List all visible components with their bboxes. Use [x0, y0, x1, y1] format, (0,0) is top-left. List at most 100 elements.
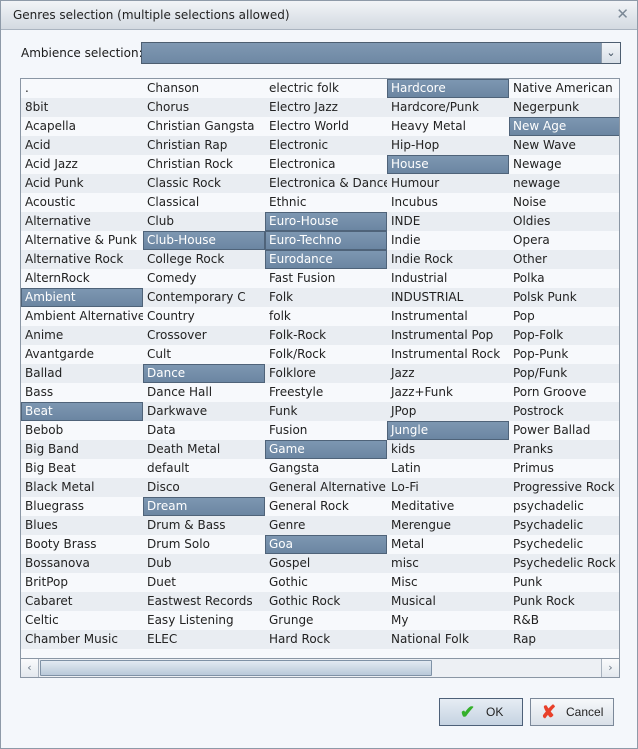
genre-item[interactable]: INDUSTRIAL [387, 288, 509, 307]
genre-item[interactable]: Anime [21, 326, 143, 345]
genre-item[interactable]: Fast Fusion [265, 269, 387, 288]
genre-item[interactable]: My [387, 611, 509, 630]
genre-item[interactable]: Polsk Punk [509, 288, 619, 307]
cancel-button[interactable]: ✘ Cancel [530, 698, 614, 726]
genre-item[interactable]: Freestyle [265, 383, 387, 402]
genre-item[interactable]: Instrumental [387, 307, 509, 326]
genre-item[interactable]: Classical [143, 193, 265, 212]
chevron-down-icon[interactable]: ⌄ [601, 43, 620, 63]
genre-item[interactable]: Opera [509, 231, 619, 250]
genre-item[interactable]: Bass [21, 383, 143, 402]
genre-item[interactable]: Bossanova [21, 554, 143, 573]
genre-item[interactable]: Game [265, 440, 387, 459]
genre-item[interactable]: Dream [143, 497, 265, 516]
horizontal-scrollbar[interactable]: ‹ › [20, 658, 620, 678]
genre-item[interactable]: Alternative & Punk [21, 231, 143, 250]
genre-item[interactable]: Noise [509, 193, 619, 212]
genre-item[interactable]: Lo-Fi [387, 478, 509, 497]
genre-item[interactable]: Acid Jazz [21, 155, 143, 174]
genre-item[interactable]: 8bit [21, 98, 143, 117]
genre-item[interactable]: Euro-Techno [265, 231, 387, 250]
close-icon[interactable]: ✕ [616, 5, 629, 23]
genre-item[interactable]: Industrial [387, 269, 509, 288]
genre-item[interactable]: Ballad [21, 364, 143, 383]
genre-item[interactable]: Musical [387, 592, 509, 611]
genre-item[interactable]: Electro World [265, 117, 387, 136]
genre-item[interactable]: Negerpunk [509, 98, 619, 117]
genre-item[interactable]: BritPop [21, 573, 143, 592]
genre-item[interactable]: College Rock [143, 250, 265, 269]
genre-item[interactable]: Disco [143, 478, 265, 497]
genre-item[interactable]: Alternative [21, 212, 143, 231]
genre-item[interactable]: misc [387, 554, 509, 573]
genre-item[interactable]: Psychedelic [509, 535, 619, 554]
genre-item[interactable]: Dance [143, 364, 265, 383]
genre-item[interactable]: Fusion [265, 421, 387, 440]
genre-item[interactable]: Jazz+Funk [387, 383, 509, 402]
genre-item[interactable]: Indie [387, 231, 509, 250]
genre-item[interactable]: Merengue [387, 516, 509, 535]
genre-item[interactable]: Bebob [21, 421, 143, 440]
genre-item[interactable]: Eurodance [265, 250, 387, 269]
genre-item[interactable]: Big Beat [21, 459, 143, 478]
genre-item[interactable]: Metal [387, 535, 509, 554]
genre-item[interactable]: Classic Rock [143, 174, 265, 193]
genre-item[interactable]: newage [509, 174, 619, 193]
genre-item[interactable]: Psychadelic [509, 516, 619, 535]
genre-item[interactable]: Bluegrass [21, 497, 143, 516]
genre-item[interactable]: Acoustic [21, 193, 143, 212]
genre-item[interactable]: Christian Rap [143, 136, 265, 155]
genre-item[interactable]: Hip-Hop [387, 136, 509, 155]
genre-item[interactable]: Blues [21, 516, 143, 535]
genre-item[interactable]: Drum Solo [143, 535, 265, 554]
genre-item[interactable]: Eastwest Records [143, 592, 265, 611]
genre-item[interactable]: Native American [509, 79, 619, 98]
genre-item[interactable]: Porn Groove [509, 383, 619, 402]
genre-item[interactable]: Duet [143, 573, 265, 592]
genre-item[interactable]: JPop [387, 402, 509, 421]
genre-item[interactable]: kids [387, 440, 509, 459]
genre-item[interactable]: Dub [143, 554, 265, 573]
genre-item[interactable]: Meditative [387, 497, 509, 516]
genre-item[interactable]: Crossover [143, 326, 265, 345]
genre-item[interactable]: Acapella [21, 117, 143, 136]
genre-item[interactable]: Hard Rock [265, 630, 387, 649]
genre-item[interactable]: Club-House [143, 231, 265, 250]
genre-item[interactable]: AlternRock [21, 269, 143, 288]
genre-item[interactable]: Misc [387, 573, 509, 592]
genre-item[interactable]: Electronica [265, 155, 387, 174]
genre-item[interactable]: Cult [143, 345, 265, 364]
genre-item[interactable]: Grunge [265, 611, 387, 630]
genre-item[interactable]: Avantgarde [21, 345, 143, 364]
genre-item[interactable]: Pranks [509, 440, 619, 459]
genre-item[interactable]: Punk [509, 573, 619, 592]
genre-item[interactable]: ELEC [143, 630, 265, 649]
genre-item[interactable]: Alternative Rock [21, 250, 143, 269]
genre-item[interactable]: New Wave [509, 136, 619, 155]
genre-item[interactable]: Genre [265, 516, 387, 535]
genre-item[interactable]: Gothic Rock [265, 592, 387, 611]
genre-list[interactable]: . Chanson electric folk Hardcore Native Amer… [20, 78, 620, 660]
genre-item[interactable]: psychadelic [509, 497, 619, 516]
genre-item[interactable]: default [143, 459, 265, 478]
genre-item[interactable]: Beat [21, 402, 143, 421]
genre-item[interactable]: Acid Punk [21, 174, 143, 193]
genre-item[interactable]: Black Metal [21, 478, 143, 497]
genre-item[interactable]: Pop/Funk [509, 364, 619, 383]
genre-item[interactable]: Humour [387, 174, 509, 193]
genre-item[interactable]: National Folk [387, 630, 509, 649]
genre-item[interactable]: Death Metal [143, 440, 265, 459]
genre-item[interactable]: Jazz [387, 364, 509, 383]
genre-item[interactable]: Jungle [387, 421, 509, 440]
genre-item[interactable]: Ambient Alternative [21, 307, 143, 326]
genre-item[interactable]: Contemporary C [143, 288, 265, 307]
genre-item[interactable]: Primus [509, 459, 619, 478]
ok-button[interactable]: ✔ OK [439, 698, 523, 726]
chevron-right-icon[interactable]: › [601, 659, 619, 677]
genre-item[interactable]: Funk [265, 402, 387, 421]
genre-item[interactable]: Other [509, 250, 619, 269]
scrollbar-thumb[interactable] [40, 660, 432, 676]
genre-item[interactable]: Incubus [387, 193, 509, 212]
genre-item[interactable]: Darkwave [143, 402, 265, 421]
genre-item[interactable]: Goa [265, 535, 387, 554]
